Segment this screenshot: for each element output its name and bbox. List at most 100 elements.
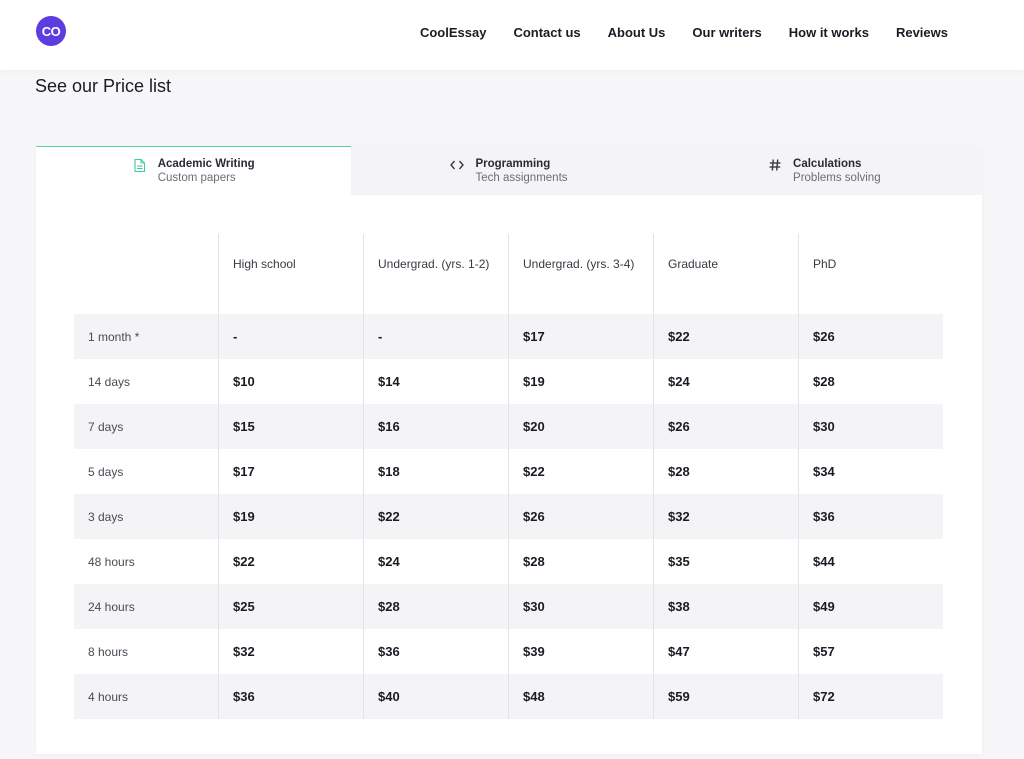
price-cell: $26: [653, 404, 798, 449]
nav-link-our-writers[interactable]: Our writers: [692, 25, 761, 41]
price-value: $32: [668, 509, 690, 524]
price-value: $17: [523, 329, 545, 344]
price-value: $26: [668, 419, 690, 434]
column-header-label: Graduate: [668, 257, 719, 271]
hash-icon: [768, 158, 782, 172]
price-value: $36: [378, 644, 400, 659]
price-cell: $36: [218, 674, 363, 719]
table-row: 7 days $15 $16 $20 $26 $30: [74, 404, 943, 449]
table-row: 14 days $10 $14 $19 $24 $28: [74, 359, 943, 404]
price-cell: $17: [218, 449, 363, 494]
tab-label: Programming: [475, 158, 551, 170]
row-label-cell: 5 days: [74, 449, 218, 494]
price-cell: $72: [798, 674, 943, 719]
coolessay-logo[interactable]: CO: [36, 16, 66, 46]
deadline-label: 3 days: [88, 509, 124, 524]
price-cell: $24: [363, 539, 508, 584]
document-icon: [133, 158, 147, 172]
price-value: $26: [523, 509, 545, 524]
row-label-cell: 8 hours: [74, 629, 218, 674]
tab-subtitle: Problems solving: [793, 172, 881, 184]
price-value: $17: [233, 464, 255, 479]
site-header: CO CoolEssay Contact us About Us Our wri…: [0, 0, 1024, 70]
price-value: $22: [523, 464, 545, 479]
price-value: $34: [813, 464, 835, 479]
price-value: $19: [233, 509, 255, 524]
price-cell: $28: [798, 359, 943, 404]
price-card: Academic Writing Custom papers Programmi…: [36, 146, 982, 754]
table-row: 24 hours $25 $28 $30 $38 $49: [74, 584, 943, 629]
price-cell: $20: [508, 404, 653, 449]
price-value: $32: [233, 644, 255, 659]
price-value: -: [378, 329, 383, 344]
price-value: $19: [523, 374, 545, 389]
deadline-label: 48 hours: [88, 554, 135, 569]
tab-label: Academic Writing: [157, 158, 255, 170]
price-value: -: [233, 329, 238, 344]
price-value: $36: [813, 509, 835, 524]
price-cell: $24: [653, 359, 798, 404]
tab-academic-writing[interactable]: Academic Writing Custom papers: [36, 146, 352, 195]
column-header: PhD: [798, 234, 943, 314]
tab-subtitle: Custom papers: [157, 172, 236, 184]
price-cell: $49: [798, 584, 943, 629]
deadline-label: 7 days: [88, 419, 124, 434]
price-cell: $36: [798, 494, 943, 539]
price-value: $28: [378, 599, 400, 614]
price-value: $28: [813, 374, 835, 389]
price-cell: $22: [508, 449, 653, 494]
tab-calculations[interactable]: Calculations Problems solving: [667, 146, 982, 195]
price-value: $20: [523, 419, 545, 434]
table-body: 1 month * - - $17 $22 $26 14 days $10 $14 $19 $24 $…: [74, 314, 943, 719]
column-header: Graduate: [653, 234, 798, 314]
price-cell: $32: [653, 494, 798, 539]
nav-link-reviews[interactable]: Reviews: [896, 25, 948, 41]
price-value: $44: [813, 554, 835, 569]
logo-text: CO: [41, 23, 61, 39]
column-header-label: Undergrad. (yrs. 1-2): [378, 257, 490, 271]
row-label-cell: 3 days: [74, 494, 218, 539]
price-cell: $44: [798, 539, 943, 584]
deadline-label: 4 hours: [88, 689, 129, 704]
nav-link-about-us[interactable]: About Us: [608, 25, 666, 41]
price-value: $10: [233, 374, 255, 389]
price-cell: $16: [363, 404, 508, 449]
tab-programming[interactable]: Programming Tech assignments: [351, 146, 666, 195]
deadline-label: 8 hours: [88, 644, 129, 659]
price-cell: $59: [653, 674, 798, 719]
price-cell: $39: [508, 629, 653, 674]
price-value: $30: [813, 419, 835, 434]
price-value: $22: [668, 329, 690, 344]
table-corner-cell: [74, 234, 218, 314]
price-value: $15: [233, 419, 255, 434]
price-cell: $57: [798, 629, 943, 674]
price-cell: $22: [218, 539, 363, 584]
price-value: $47: [668, 644, 690, 659]
price-value: $30: [523, 599, 545, 614]
row-label-cell: 48 hours: [74, 539, 218, 584]
row-label-cell: 7 days: [74, 404, 218, 449]
service-tabs: Academic Writing Custom papers Programmi…: [36, 146, 982, 195]
price-cell: $10: [218, 359, 363, 404]
price-cell: -: [363, 314, 508, 359]
nav-link-coolessay[interactable]: CoolEssay: [420, 25, 486, 41]
price-cell: $40: [363, 674, 508, 719]
price-cell: $34: [798, 449, 943, 494]
price-cell: $14: [363, 359, 508, 404]
nav-link-contact-us[interactable]: Contact us: [513, 25, 580, 41]
price-value: $59: [668, 689, 690, 704]
nav-link-how-it-works[interactable]: How it works: [789, 25, 869, 41]
price-cell: $26: [508, 494, 653, 539]
code-icon: [450, 158, 465, 172]
price-value: $28: [668, 464, 690, 479]
table-header-row: High school Undergrad. (yrs. 1-2) Underg…: [74, 234, 943, 314]
price-value: $14: [378, 374, 400, 389]
price-value: $35: [668, 554, 690, 569]
price-value: $25: [233, 599, 255, 614]
price-cell: $36: [363, 629, 508, 674]
price-cell: $19: [508, 359, 653, 404]
price-cell: $32: [218, 629, 363, 674]
deadline-label: 24 hours: [88, 599, 135, 614]
price-cell: -: [218, 314, 363, 359]
row-label-cell: 24 hours: [74, 584, 218, 629]
